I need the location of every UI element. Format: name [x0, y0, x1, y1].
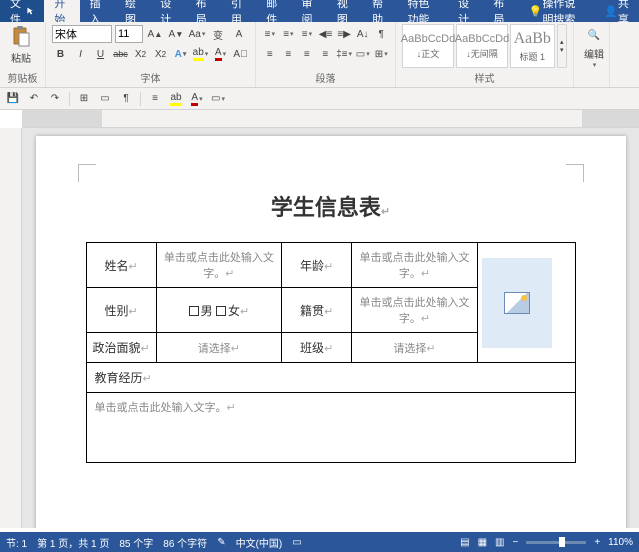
field-origin[interactable]: 单击或点击此处输入文字。↵ [352, 288, 477, 333]
status-section[interactable]: 节: 1 [6, 535, 27, 550]
zoom-level[interactable]: 110% [608, 537, 633, 548]
table-row: 单击或点击此处输入文字。↵ [86, 393, 575, 463]
font-color-icon[interactable]: A▾ [212, 45, 229, 63]
text-effects-icon[interactable]: A▾ [172, 45, 189, 63]
label-origin[interactable]: 籍贯↵ [282, 288, 352, 333]
underline-button[interactable]: U [92, 45, 109, 63]
style-heading1[interactable]: AaBb标题 1 [510, 24, 555, 68]
style-nospacing[interactable]: AaBbCcDd↓无间隔 [456, 24, 508, 68]
checkbox-female[interactable] [216, 306, 226, 316]
highlight-icon[interactable]: ab▾ [192, 45, 209, 63]
qat-para-icon[interactable]: ¶ [117, 90, 135, 108]
superscript-icon[interactable]: X2 [152, 45, 169, 63]
status-insert-mode-icon[interactable]: ▭ [292, 537, 301, 548]
field-gender[interactable]: 男 女↵ [156, 288, 281, 333]
photo-cell[interactable] [477, 243, 575, 363]
group-label-editing: 编辑 [584, 46, 604, 61]
font-name-select[interactable] [52, 25, 112, 43]
change-case-icon[interactable]: Aa▾ [188, 25, 206, 43]
clear-formatting-icon[interactable]: A [230, 25, 248, 43]
qat-bullets-icon[interactable]: ≡ [146, 90, 164, 108]
style-normal[interactable]: AaBbCcDd↓正文 [402, 24, 454, 68]
photo-placeholder[interactable] [482, 258, 552, 348]
ruler-horizontal[interactable] [22, 110, 639, 128]
undo-icon[interactable]: ↶ [25, 90, 43, 108]
view-read-icon[interactable]: ▤ [460, 537, 469, 548]
view-web-icon[interactable]: ▥ [495, 537, 504, 548]
group-label-font: 字体 [52, 70, 249, 87]
qat-doc-icon[interactable]: ▭ [96, 90, 114, 108]
label-education[interactable]: 教育经历↵ [86, 363, 575, 393]
decrease-indent-icon[interactable]: ◀≡ [318, 25, 334, 43]
qat-fontcolor-icon[interactable]: A▾ [188, 90, 206, 108]
document-page[interactable]: 学生信息表↵ 姓名↵ 单击或点击此处输入文字。↵ 年龄↵ 单击或点击此处输入文字… [36, 136, 626, 528]
label-class[interactable]: 班级↵ [282, 333, 352, 363]
shrink-font-icon[interactable]: A▼ [167, 25, 185, 43]
bold-button[interactable]: B [52, 45, 69, 63]
tab-bar: 文件 开始 插入 绘图 设计 布局 引用 邮件 审阅 视图 帮助 特色功能 设计… [0, 0, 639, 22]
qat-highlight-icon[interactable]: ab [167, 90, 185, 108]
bullets-icon[interactable]: ≡▾ [262, 25, 278, 43]
qat-shading-icon[interactable]: ▭▾ [209, 90, 227, 108]
label-age[interactable]: 年龄↵ [282, 243, 352, 288]
checkbox-male[interactable] [189, 306, 199, 316]
label-politics[interactable]: 政治面貌↵ [86, 333, 156, 363]
document-title[interactable]: 学生信息表↵ [86, 190, 576, 222]
qat-table-icon[interactable]: ⊞ [75, 90, 93, 108]
paste-button[interactable]: 粘贴 [6, 24, 36, 66]
group-label-styles: 样式 [402, 70, 567, 87]
field-class[interactable]: 请选择↵ [352, 333, 477, 363]
quick-access-toolbar: 💾 ↶ ↷ ⊞ ▭ ¶ ≡ ab A▾ ▭▾ [0, 88, 639, 110]
grow-font-icon[interactable]: A▲ [146, 25, 164, 43]
field-politics[interactable]: 请选择↵ [156, 333, 281, 363]
save-icon[interactable]: 💾 [4, 90, 22, 108]
field-age[interactable]: 单击或点击此处输入文字。↵ [352, 243, 477, 288]
align-center-icon[interactable]: ≡ [281, 45, 297, 63]
show-marks-icon[interactable]: ¶ [373, 25, 389, 43]
shading-icon[interactable]: ▭▾ [355, 45, 371, 63]
align-left-icon[interactable]: ≡ [262, 45, 278, 63]
group-label-clipboard: 剪贴板 [6, 70, 39, 87]
student-info-table[interactable]: 姓名↵ 单击或点击此处输入文字。↵ 年龄↵ 单击或点击此处输入文字。↵ 性别↵ … [86, 242, 576, 463]
borders-icon[interactable]: ⊞▾ [374, 45, 390, 63]
multilevel-icon[interactable]: ≡▾ [299, 25, 315, 43]
find-icon[interactable]: 🔍 [585, 26, 603, 44]
status-words[interactable]: 85 个字 [119, 535, 153, 550]
ribbon: 粘贴 剪贴板 A▲ A▼ Aa▾ 变 A B I U abc X2 X2 A▾ … [0, 22, 639, 88]
subscript-icon[interactable]: X2 [132, 45, 149, 63]
increase-indent-icon[interactable]: ≡▶ [336, 25, 352, 43]
font-size-select[interactable] [115, 25, 143, 43]
table-row: 教育经历↵ [86, 363, 575, 393]
strike-button[interactable]: abc [112, 45, 129, 63]
label-name[interactable]: 姓名↵ [86, 243, 156, 288]
page-area[interactable]: 学生信息表↵ 姓名↵ 单击或点击此处输入文字。↵ 年龄↵ 单击或点击此处输入文字… [22, 128, 639, 528]
italic-button[interactable]: I [72, 45, 89, 63]
view-print-icon[interactable]: ▦ [478, 537, 487, 548]
justify-icon[interactable]: ≡ [318, 45, 334, 63]
label-gender[interactable]: 性别↵ [86, 288, 156, 333]
zoom-out-icon[interactable]: − [512, 537, 518, 548]
zoom-slider[interactable] [526, 541, 586, 544]
align-right-icon[interactable]: ≡ [299, 45, 315, 63]
status-spellcheck-icon[interactable]: ✎ [217, 537, 225, 548]
redo-icon[interactable]: ↷ [46, 90, 64, 108]
status-bar: 节: 1 第 1 页，共 1 页 85 个字 86 个字符 ✎ 中文(中国) ▭… [0, 532, 639, 552]
status-language[interactable]: 中文(中国) [236, 535, 283, 550]
styles-more-icon[interactable]: ▴▾ [557, 24, 568, 68]
line-spacing-icon[interactable]: ‡≡▾ [336, 45, 352, 63]
sort-icon[interactable]: A↓ [355, 25, 371, 43]
group-label-paragraph: 段落 [262, 70, 389, 87]
zoom-in-icon[interactable]: + [594, 537, 600, 548]
numbering-icon[interactable]: ≡▾ [281, 25, 297, 43]
workspace: 学生信息表↵ 姓名↵ 单击或点击此处输入文字。↵ 年龄↵ 单击或点击此处输入文字… [0, 128, 639, 528]
image-icon [504, 292, 530, 314]
status-chars[interactable]: 86 个字符 [163, 535, 207, 550]
field-name[interactable]: 单击或点击此处输入文字。↵ [156, 243, 281, 288]
phonetic-guide-icon[interactable]: 变 [209, 25, 227, 43]
status-page[interactable]: 第 1 页，共 1 页 [37, 535, 109, 550]
table-row: 姓名↵ 单击或点击此处输入文字。↵ 年龄↵ 单击或点击此处输入文字。↵ [86, 243, 575, 288]
enclose-char-icon[interactable]: A⃝ [232, 45, 249, 63]
ruler-vertical[interactable] [0, 128, 22, 528]
field-education[interactable]: 单击或点击此处输入文字。↵ [86, 393, 575, 463]
